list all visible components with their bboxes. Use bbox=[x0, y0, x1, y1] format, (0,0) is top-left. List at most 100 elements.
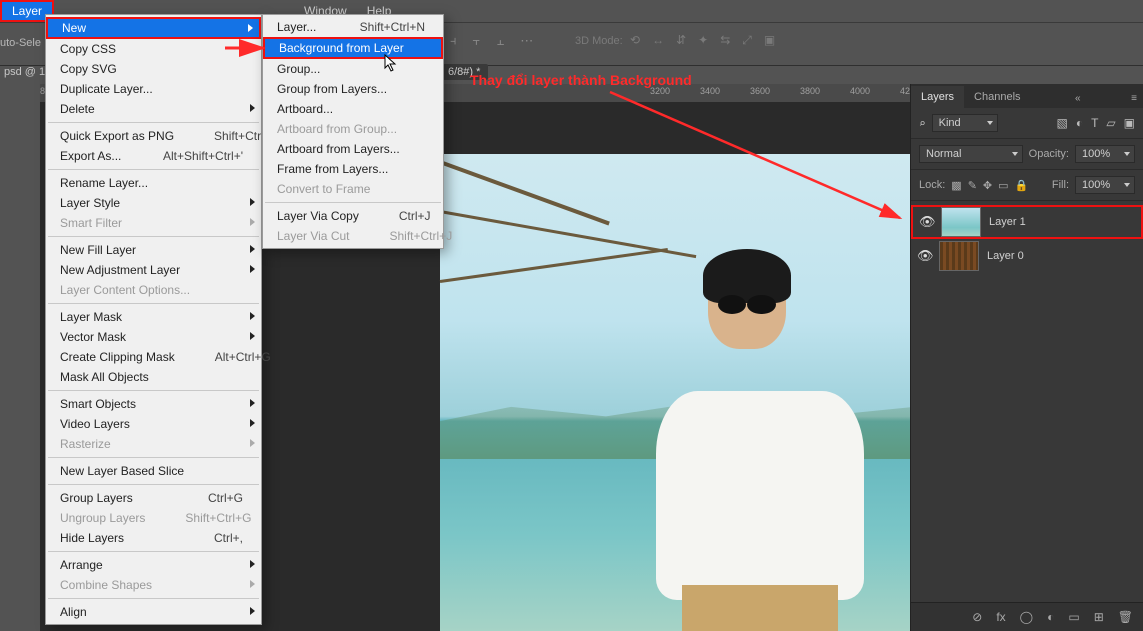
menu-item-new-fill-layer[interactable]: New Fill Layer bbox=[46, 240, 261, 260]
menu-label: Smart Filter bbox=[60, 216, 122, 230]
document-tab-left[interactable]: psd @ 1 bbox=[0, 66, 49, 84]
menu-shortcut: Shift+Ctrl+N bbox=[320, 20, 425, 34]
menu-label: Layer Mask bbox=[60, 310, 122, 324]
menu-item-arrange[interactable]: Arrange bbox=[46, 555, 261, 575]
menu-item-combine-shapes: Combine Shapes bbox=[46, 575, 261, 595]
menu-item-new-layer-based-slice[interactable]: New Layer Based Slice bbox=[46, 461, 261, 481]
menu-label: Artboard from Layers... bbox=[277, 142, 400, 156]
menu-item-align[interactable]: Align bbox=[46, 602, 261, 622]
menu-separator bbox=[48, 457, 259, 458]
submenu-item-layer-via-copy[interactable]: Layer Via CopyCtrl+J bbox=[263, 206, 443, 226]
ruler-tick: 4000 bbox=[850, 86, 870, 96]
lock-label: Lock: bbox=[919, 179, 945, 191]
submenu-item-artboard-from-layers[interactable]: Artboard from Layers... bbox=[263, 139, 443, 159]
rotate-icon[interactable]: ✦ bbox=[698, 33, 708, 48]
panel-menu-icon[interactable]: ≡ bbox=[1125, 89, 1143, 108]
orbit-icon[interactable]: ⟲ bbox=[630, 33, 640, 48]
slide-icon[interactable]: ⇆ bbox=[720, 33, 730, 48]
submenu-item-frame-from-layers[interactable]: Frame from Layers... bbox=[263, 159, 443, 179]
layer-name[interactable]: Layer 1 bbox=[989, 216, 1026, 228]
submenu-arrow-icon bbox=[250, 439, 255, 447]
lock-transparency-icon[interactable]: ▩ bbox=[951, 179, 961, 192]
menu-item-mask-all-objects[interactable]: Mask All Objects bbox=[46, 367, 261, 387]
submenu-item-group-from-layers[interactable]: Group from Layers... bbox=[263, 79, 443, 99]
menu-item-layer-content-options: Layer Content Options... bbox=[46, 280, 261, 300]
menu-item-layer-style[interactable]: Layer Style bbox=[46, 193, 261, 213]
layer-thumbnail[interactable] bbox=[941, 207, 981, 237]
menu-shortcut: Shift+Ctrl+G bbox=[145, 511, 251, 525]
submenu-arrow-icon bbox=[248, 24, 253, 32]
add-mask-icon[interactable]: ◯ bbox=[1020, 610, 1033, 624]
menu-item-hide-layers[interactable]: Hide LayersCtrl+, bbox=[46, 528, 261, 548]
filter-shape-icon[interactable]: ▱ bbox=[1106, 116, 1115, 130]
camera-icon[interactable]: ▣ bbox=[764, 33, 775, 48]
menu-item-rename-layer[interactable]: Rename Layer... bbox=[46, 173, 261, 193]
menu-item-delete[interactable]: Delete bbox=[46, 99, 261, 119]
menu-item-smart-objects[interactable]: Smart Objects bbox=[46, 394, 261, 414]
align-right-icon[interactable]: ⫠ bbox=[496, 33, 504, 49]
visibility-eye-icon[interactable]: 👁 bbox=[919, 214, 933, 230]
fill-value-dropdown[interactable]: 100% bbox=[1075, 176, 1135, 194]
menu-item-new-adjustment-layer[interactable]: New Adjustment Layer bbox=[46, 260, 261, 280]
layer-name[interactable]: Layer 0 bbox=[987, 250, 1024, 262]
menu-label: Create Clipping Mask bbox=[60, 350, 175, 364]
menu-item-new[interactable]: New bbox=[46, 17, 261, 39]
menu-label: Duplicate Layer... bbox=[60, 82, 153, 96]
menu-item-copy-svg[interactable]: Copy SVG bbox=[46, 59, 261, 79]
layer-thumbnail[interactable] bbox=[939, 241, 979, 271]
layer-fx-icon[interactable]: fx bbox=[996, 610, 1005, 624]
menu-item-create-clipping-mask[interactable]: Create Clipping MaskAlt+Ctrl+G bbox=[46, 347, 261, 367]
menu-label: Export As... bbox=[60, 149, 121, 163]
ruler-tick: 3600 bbox=[750, 86, 770, 96]
menu-item-video-layers[interactable]: Video Layers bbox=[46, 414, 261, 434]
opacity-value-dropdown[interactable]: 100% bbox=[1075, 145, 1135, 163]
scale-icon[interactable]: ⤢ bbox=[742, 33, 752, 48]
layer-dropdown-menu: New Copy CSS Copy SVG Duplicate Layer...… bbox=[45, 14, 262, 625]
lock-all-icon[interactable]: 🔒 bbox=[1015, 179, 1029, 192]
more-icon[interactable]: ⋯ bbox=[520, 33, 533, 49]
submenu-arrow-icon bbox=[250, 332, 255, 340]
submenu-item-background-from-layer[interactable]: Background from Layer bbox=[263, 37, 443, 59]
blend-mode-dropdown[interactable]: Normal bbox=[919, 145, 1023, 163]
filter-pixel-icon[interactable]: ▧ bbox=[1056, 116, 1067, 130]
menu-item-copy-css[interactable]: Copy CSS bbox=[46, 39, 261, 59]
submenu-arrow-icon bbox=[250, 607, 255, 615]
align-center-icon[interactable]: ⫟ bbox=[473, 33, 481, 49]
layer-row-layer0[interactable]: 👁 Layer 0 bbox=[911, 239, 1143, 273]
lock-pixels-icon[interactable]: ✎ bbox=[968, 179, 977, 192]
filter-smart-icon[interactable]: ▣ bbox=[1124, 116, 1135, 130]
tab-layers[interactable]: Layers bbox=[911, 86, 964, 108]
menu-item-export-as[interactable]: Export As...Alt+Shift+Ctrl+' bbox=[46, 146, 261, 166]
new-layer-icon[interactable]: ⊞ bbox=[1094, 610, 1104, 624]
menu-label: Layer Content Options... bbox=[60, 283, 190, 297]
menu-label: Artboard from Group... bbox=[277, 122, 397, 136]
align-left-icon[interactable]: ⫞ bbox=[450, 33, 457, 49]
layer-row-layer1[interactable]: 👁 Layer 1 bbox=[911, 205, 1143, 239]
filter-kind-dropdown[interactable]: Kind bbox=[932, 114, 998, 132]
menu-item-layer-mask[interactable]: Layer Mask bbox=[46, 307, 261, 327]
lock-artboard-icon[interactable]: ▭ bbox=[998, 179, 1008, 192]
ruler-tick: 3400 bbox=[700, 86, 720, 96]
menu-separator bbox=[265, 202, 441, 203]
menu-label: New bbox=[62, 21, 86, 35]
add-adjustment-icon[interactable]: ◐ bbox=[1047, 610, 1054, 624]
menu-item-quick-export[interactable]: Quick Export as PNGShift+Ctrl+' bbox=[46, 126, 261, 146]
submenu-item-group[interactable]: Group... bbox=[263, 59, 443, 79]
menu-item-vector-mask[interactable]: Vector Mask bbox=[46, 327, 261, 347]
visibility-eye-icon[interactable]: 👁 bbox=[917, 248, 931, 264]
link-layers-icon[interactable]: ⊘ bbox=[972, 610, 982, 624]
menu-item-duplicate-layer[interactable]: Duplicate Layer... bbox=[46, 79, 261, 99]
filter-type-icon[interactable]: T bbox=[1091, 116, 1098, 130]
tab-channels[interactable]: Channels bbox=[964, 86, 1030, 108]
filter-adjust-icon[interactable]: ◐ bbox=[1076, 116, 1083, 130]
submenu-item-artboard[interactable]: Artboard... bbox=[263, 99, 443, 119]
dolly-icon[interactable]: ⇵ bbox=[676, 33, 686, 48]
pan-icon[interactable]: ↔ bbox=[652, 33, 664, 48]
panel-collapse-icon[interactable]: « bbox=[1069, 89, 1087, 108]
right-panels: Layers Channels « ≡ ⌕ Kind ▧ ◐ T ▱ ▣ Nor… bbox=[910, 84, 1143, 631]
lock-position-icon[interactable]: ✥ bbox=[983, 179, 992, 192]
menu-item-group-layers[interactable]: Group LayersCtrl+G bbox=[46, 488, 261, 508]
delete-layer-icon[interactable]: 🗑 bbox=[1118, 610, 1133, 624]
new-group-icon[interactable]: ▭ bbox=[1068, 610, 1079, 624]
submenu-item-layer[interactable]: Layer...Shift+Ctrl+N bbox=[263, 17, 443, 37]
